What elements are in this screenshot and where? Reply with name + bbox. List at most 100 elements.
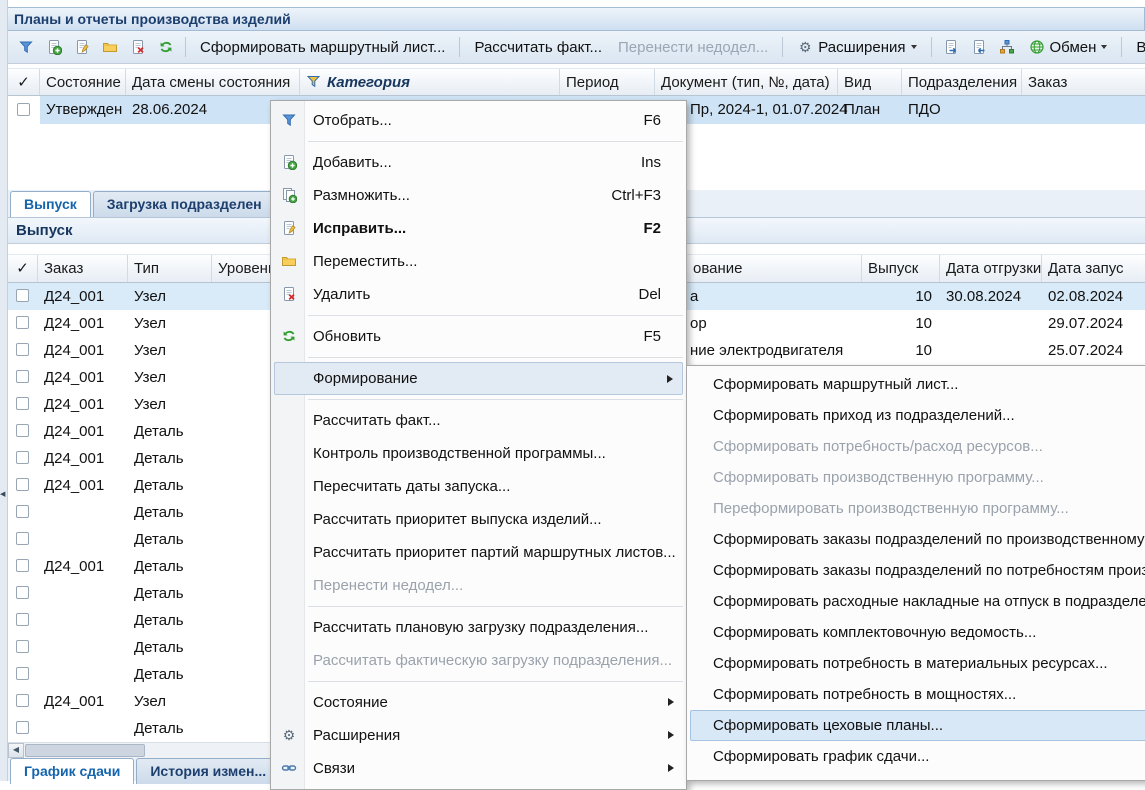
- column-header-division[interactable]: Подразделения: [902, 69, 1022, 95]
- row-checkbox[interactable]: [16, 451, 29, 464]
- row-checkbox[interactable]: [16, 721, 29, 734]
- row-checkbox[interactable]: [16, 586, 29, 599]
- submenu-item[interactable]: Сформировать приход из подразделений...: [690, 400, 1145, 431]
- row-checkbox[interactable]: [16, 397, 29, 410]
- toolbar-separator: [459, 37, 460, 57]
- row-checkbox[interactable]: [17, 103, 30, 116]
- tab-grafik-sdachi[interactable]: График сдачи: [10, 758, 134, 784]
- submenu-item[interactable]: Сформировать комплектовочную ведомость..…: [690, 617, 1145, 648]
- submenu-item[interactable]: Сформировать потребность в мощностях...: [690, 679, 1145, 710]
- context-menu-item: Рассчитать фактическую загрузку подразде…: [274, 644, 683, 677]
- context-menu-item[interactable]: Рассчитать плановую загрузку подразделен…: [274, 611, 683, 644]
- column-header-document[interactable]: Документ (тип, №, дата): [655, 69, 838, 95]
- cell-vypusk: 10: [862, 283, 932, 310]
- menu-item-label: Контроль производственной программы...: [313, 445, 606, 462]
- context-menu-item[interactable]: ОбновитьF5: [274, 320, 683, 353]
- context-menu-item[interactable]: Переместить...: [274, 245, 683, 278]
- column-header-data-zapuska[interactable]: Дата запус: [1042, 255, 1145, 282]
- plans-table-header: ✓ Состояние Дата смены состояния Категор…: [8, 68, 1145, 96]
- toolbar-add-document-button[interactable]: [40, 35, 67, 60]
- context-menu-item[interactable]: Пересчитать даты запуска...: [274, 470, 683, 503]
- window-title-bar: Планы и отчеты производства изделий: [8, 7, 1145, 31]
- toolbar-import-document-button[interactable]: [966, 35, 993, 60]
- column-header-state[interactable]: Состояние: [40, 69, 126, 95]
- submenu-item[interactable]: Сформировать график сдачи...: [690, 741, 1145, 772]
- cell-zakaz: Д24_001: [44, 472, 104, 499]
- cell-zakaz: Д24_001: [44, 418, 104, 445]
- toolbar-move-folder-button[interactable]: [96, 35, 123, 60]
- exchange-button[interactable]: Обмен: [1021, 36, 1116, 59]
- context-menu-item[interactable]: Рассчитать факт...: [274, 404, 683, 437]
- context-menu-item[interactable]: Связи: [274, 752, 683, 785]
- extensions-button[interactable]: ⚙Расширения: [789, 36, 924, 59]
- column-header-category[interactable]: Категория: [300, 69, 560, 95]
- toolbar-filter-button[interactable]: [12, 35, 39, 60]
- org-structure-icon: [999, 39, 1015, 55]
- submenu-item[interactable]: Сформировать заказы подразделений по пот…: [690, 555, 1145, 586]
- column-header-zakaz[interactable]: Заказ: [38, 255, 128, 282]
- toolbar-export-document-button[interactable]: [938, 35, 965, 60]
- context-menu-item[interactable]: Рассчитать приоритет выпуска изделий...: [274, 503, 683, 536]
- submenu-item[interactable]: Сформировать расходные накладные на отпу…: [690, 586, 1145, 617]
- context-menu-item[interactable]: Размножить...Ctrl+F3: [274, 179, 683, 212]
- context-menu: Отобрать...F6 Добавить...InsРазмножить...…: [270, 100, 687, 790]
- column-header-check[interactable]: ✓: [8, 69, 40, 95]
- route-list-button[interactable]: Сформировать маршрутный лист...: [192, 36, 453, 59]
- view-button[interactable]: Вид: [1128, 36, 1145, 59]
- row-checkbox[interactable]: [16, 667, 29, 680]
- context-menu-item[interactable]: УдалитьDel: [274, 278, 683, 311]
- tab-zagruzka-podrazdeleniy[interactable]: Загрузка подразделен: [93, 191, 276, 217]
- row-checkbox[interactable]: [16, 478, 29, 491]
- tab-vypusk[interactable]: Выпуск: [10, 191, 91, 217]
- context-menu-item[interactable]: ⚙Расширения: [274, 719, 683, 752]
- column-header-state-date[interactable]: Дата смены состояния: [126, 69, 300, 95]
- context-menu-item[interactable]: Добавить...Ins: [274, 146, 683, 179]
- tab-istoria-izmeneniy[interactable]: История измен...: [136, 758, 280, 784]
- toolbar-icons-right: [938, 35, 1021, 60]
- toolbar-org-structure-button[interactable]: [994, 35, 1021, 60]
- scroll-left-icon[interactable]: [8, 743, 24, 758]
- menu-item-label: Сформировать цеховые планы...: [713, 717, 943, 734]
- submenu-item[interactable]: Сформировать потребность в материальных …: [690, 648, 1145, 679]
- toolbar-delete-document-button[interactable]: [124, 35, 151, 60]
- column-header-naimenovanie[interactable]: ование: [687, 255, 862, 282]
- row-checkbox[interactable]: [16, 559, 29, 572]
- row-checkbox[interactable]: [16, 370, 29, 383]
- row-checkbox[interactable]: [16, 316, 29, 329]
- row-checkbox[interactable]: [16, 343, 29, 356]
- row-checkbox[interactable]: [16, 694, 29, 707]
- row-checkbox[interactable]: [16, 505, 29, 518]
- submenu-item[interactable]: Сформировать цеховые планы...: [690, 710, 1145, 741]
- cell-zakaz: Д24_001: [44, 337, 104, 364]
- column-header-period[interactable]: Период: [560, 69, 655, 95]
- context-menu-item[interactable]: Исправить...F2: [274, 212, 683, 245]
- menu-separator: [308, 141, 683, 142]
- cell-tip: Деталь: [134, 418, 184, 445]
- column-header-kind[interactable]: Вид: [838, 69, 902, 95]
- collapse-left-icon[interactable]: [0, 490, 5, 498]
- left-splitter[interactable]: [0, 0, 8, 781]
- column-header-tip[interactable]: Тип: [128, 255, 212, 282]
- column-header-check[interactable]: ✓: [8, 255, 38, 282]
- row-checkbox[interactable]: [16, 640, 29, 653]
- scrollbar-thumb[interactable]: [25, 744, 145, 757]
- submenu-item[interactable]: Сформировать заказы подразделений по про…: [690, 524, 1145, 555]
- row-checkbox[interactable]: [16, 532, 29, 545]
- calc-fact-button[interactable]: Рассчитать факт...: [466, 36, 610, 59]
- column-header-order[interactable]: Заказ: [1022, 69, 1145, 95]
- toolbar-refresh-button[interactable]: [152, 35, 179, 60]
- column-header-vypusk[interactable]: Выпуск: [862, 255, 940, 282]
- toolbar-edit-document-button[interactable]: [68, 35, 95, 60]
- submenu-item[interactable]: Сформировать маршрутный лист...: [690, 369, 1145, 400]
- context-menu-item[interactable]: Контроль производственной программы...: [274, 437, 683, 470]
- context-menu-item[interactable]: Состояние: [274, 686, 683, 719]
- context-menu-item[interactable]: Формирование: [274, 362, 683, 395]
- row-checkbox[interactable]: [16, 424, 29, 437]
- context-menu-item[interactable]: Отобрать...F6: [274, 104, 683, 137]
- row-checkbox[interactable]: [16, 289, 29, 302]
- submenu-arrow-icon: [668, 731, 674, 739]
- row-checkbox[interactable]: [16, 613, 29, 626]
- column-header-data-otgruzki[interactable]: Дата отгрузки: [940, 255, 1042, 282]
- cell-data-otgruzki: 30.08.2024: [946, 283, 1021, 310]
- context-menu-item[interactable]: Рассчитать приоритет партий маршрутных л…: [274, 536, 683, 569]
